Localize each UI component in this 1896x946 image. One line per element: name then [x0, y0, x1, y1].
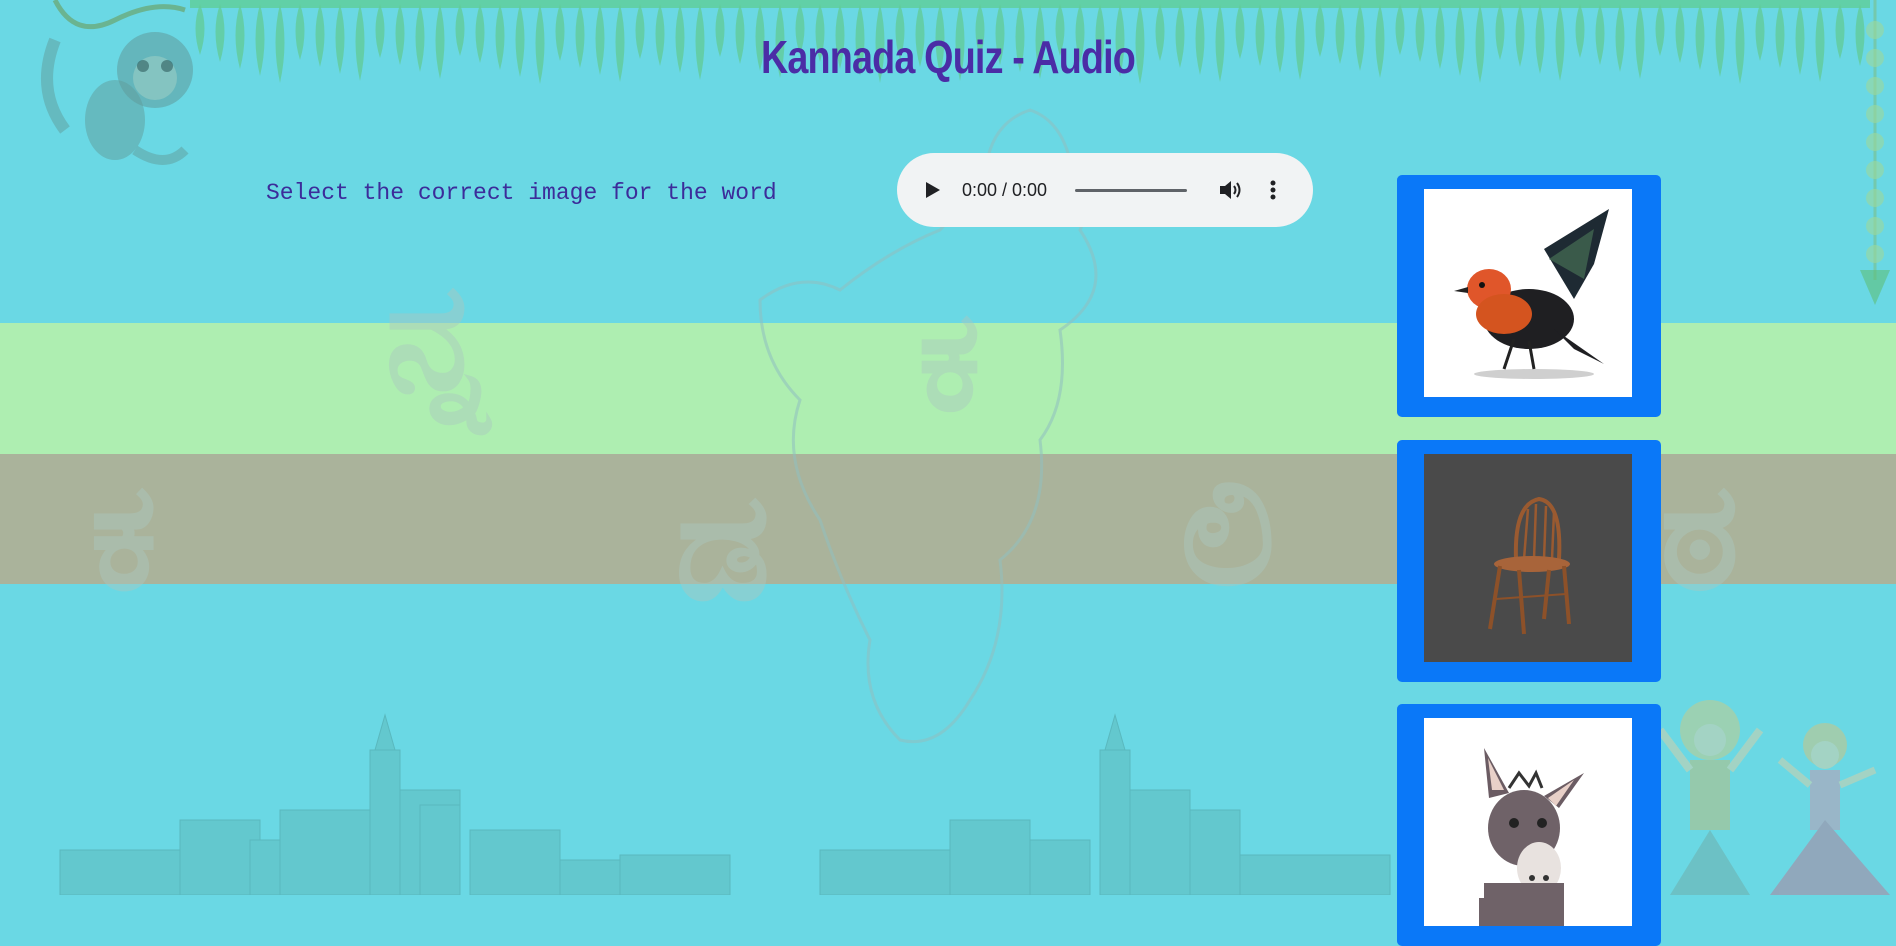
kannada-glyph-watermark: ಕ [918, 280, 982, 443]
audio-progress-slider[interactable] [1075, 189, 1187, 192]
kannada-glyph-watermark: ಕ [90, 450, 158, 624]
bird-image [1424, 189, 1632, 397]
monkey-icon [41, 0, 193, 165]
leaf-decoration [1735, 4, 1745, 84]
kannada-glyph-watermark: ಡ [675, 460, 771, 634]
chair-image [1424, 454, 1632, 662]
quiz-prompt: Select the correct image for the word [266, 180, 777, 206]
audio-player[interactable]: 0:00 / 0:00 [897, 153, 1313, 227]
leaf-decoration [1815, 4, 1825, 82]
more-options-icon[interactable] [1263, 177, 1283, 203]
audio-time-display: 0:00 / 0:00 [962, 180, 1048, 200]
leaf-decoration [1795, 4, 1805, 75]
leaf-decoration [1755, 4, 1765, 61]
leaf-decoration [1775, 4, 1785, 68]
kannada-glyph-watermark: ನ್ನ [385, 250, 489, 424]
leaf-decoration [1835, 4, 1845, 59]
play-icon[interactable] [919, 177, 945, 203]
answer-option-bird[interactable] [1397, 175, 1661, 417]
volume-icon[interactable] [1217, 177, 1245, 203]
kannada-glyph-watermark: ಲಿ [1180, 445, 1276, 619]
leaf-decoration [1855, 4, 1865, 66]
answer-option-chair[interactable] [1397, 440, 1661, 682]
kannada-glyph-watermark: ಠ [1660, 450, 1740, 624]
page-title: Kannada Quiz - Audio [760, 31, 1136, 83]
answer-option-donkey[interactable] [1397, 704, 1661, 946]
